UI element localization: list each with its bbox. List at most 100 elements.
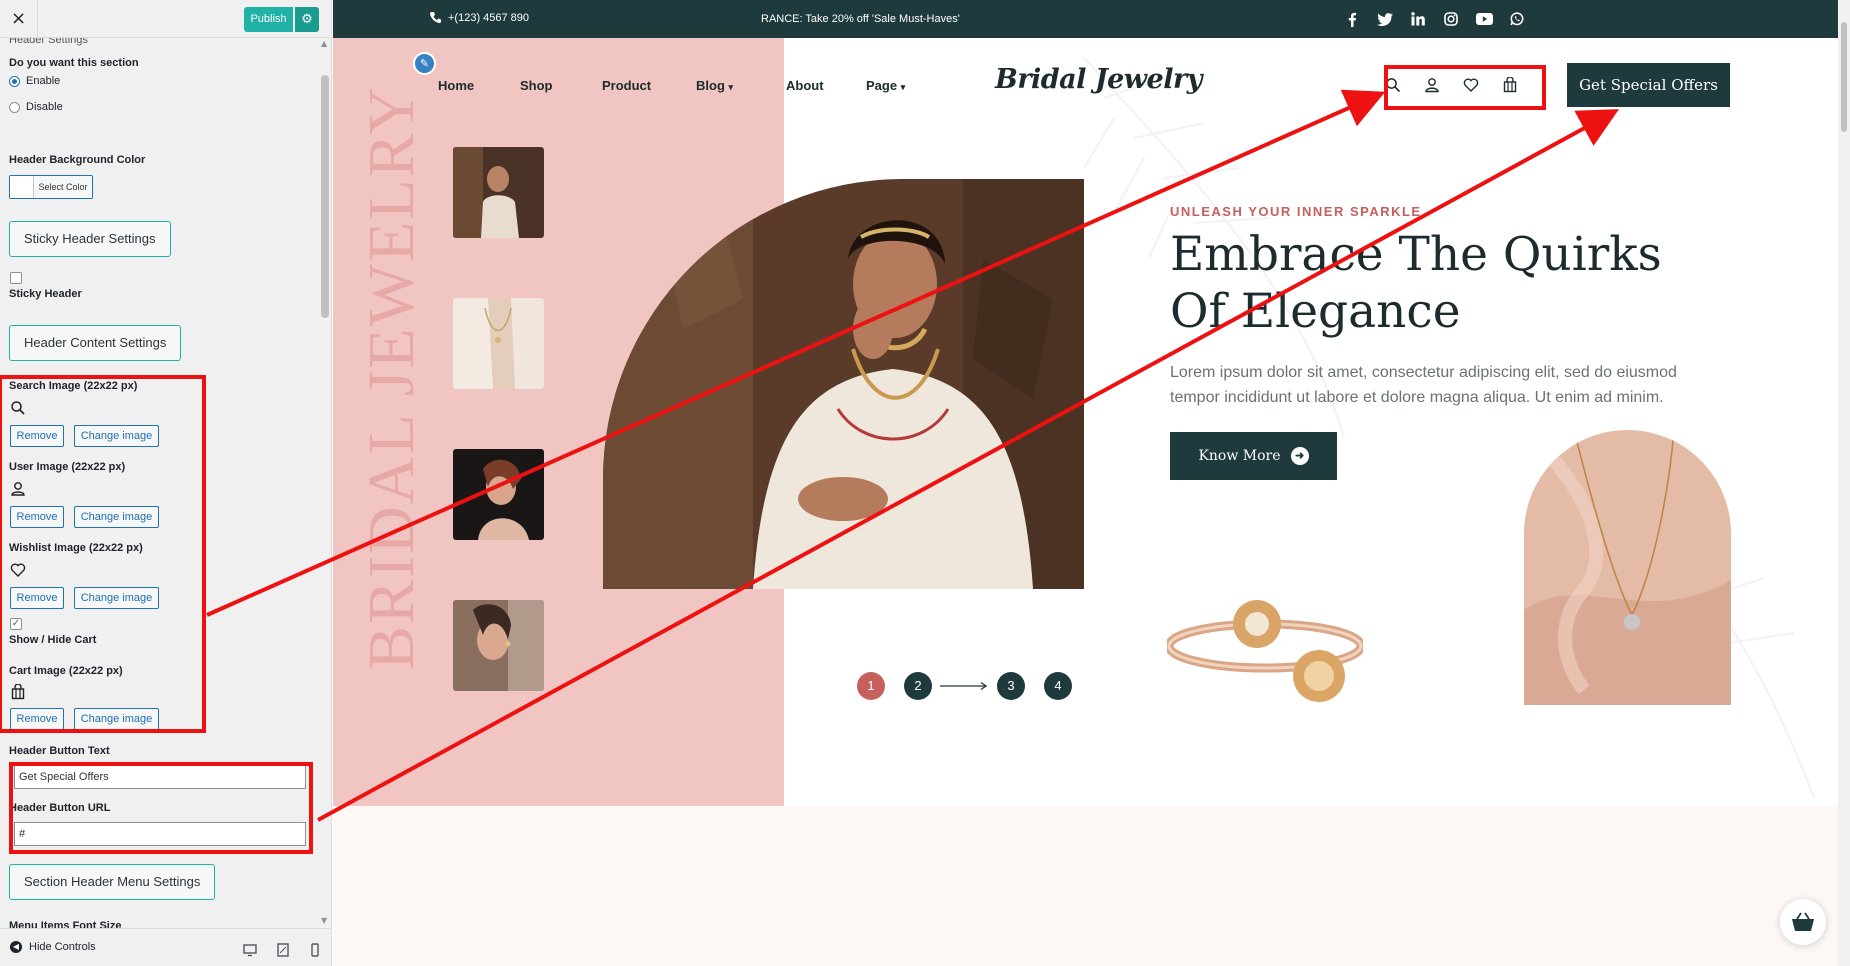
change-cart-image-button[interactable]: Change image [74, 708, 159, 730]
nav-page[interactable]: Page ▾ [866, 78, 905, 93]
change-user-image-button[interactable]: Change image [74, 506, 159, 528]
bracelet-image [1167, 600, 1363, 702]
hide-controls-label: Hide Controls [29, 941, 96, 953]
site-topbar: +(123) 4567 890 RANCE: Take 20% off 'Sal… [333, 0, 1850, 38]
vertical-brand-title: BRIDAL JEWELRY [355, 85, 428, 670]
nav-page-label: Page [866, 78, 898, 93]
mobile-preview-icon[interactable] [308, 943, 322, 957]
hero-headline: Embrace The Quirks Of Elegance [1170, 227, 1662, 339]
chevron-down-icon: ▾ [728, 82, 734, 92]
change-search-image-button[interactable]: Change image [74, 425, 159, 447]
site-logo[interactable]: Bridal Jewelry [995, 64, 1202, 95]
phone-icon [429, 12, 441, 24]
enable-radio-option[interactable]: Enable [9, 75, 60, 87]
thumbnail-4[interactable] [453, 600, 544, 691]
tablet-preview-icon[interactable] [276, 943, 290, 957]
slide-dot-2[interactable]: 2 [904, 672, 932, 700]
know-more-button[interactable]: Know More ➜ [1170, 432, 1337, 480]
publish-button[interactable]: Publish [244, 7, 293, 32]
disable-radio[interactable] [9, 101, 20, 113]
select-color-button[interactable]: Select Color [9, 175, 93, 199]
enable-section-question: Do you want this section [9, 57, 139, 69]
header-button-url-label: Header Button URL [9, 802, 111, 814]
thumbnail-1[interactable] [453, 147, 544, 238]
section-title: Header Settings [9, 38, 88, 46]
customizer-sidebar: × Publish ⚙ Header Settings Do you want … [0, 0, 332, 966]
preview-scroll-thumb[interactable] [1841, 22, 1847, 132]
header-button-text-input[interactable]: Get Special Offers [14, 765, 306, 789]
enable-radio-label: Enable [26, 75, 61, 87]
scroll-down-arrow-icon[interactable]: ▼ [321, 916, 327, 925]
remove-search-image-button[interactable]: Remove [10, 425, 64, 447]
linkedin-icon[interactable] [1409, 10, 1427, 28]
scroll-up-arrow-icon[interactable]: ▲ [321, 39, 327, 48]
chevron-down-icon: ▾ [900, 82, 906, 92]
header-bg-color-label: Header Background Color [9, 154, 146, 166]
header-content-settings-button[interactable]: Header Content Settings [9, 325, 182, 361]
youtube-icon[interactable] [1475, 10, 1493, 28]
cart-image-label: Cart Image (22x22 px) [9, 665, 123, 677]
floating-cart-button[interactable] [1780, 899, 1826, 945]
remove-cart-image-button[interactable]: Remove [10, 708, 64, 730]
arrow-right-icon: ➜ [1290, 447, 1309, 465]
edit-shortcut-pencil-icon[interactable]: ✎ [413, 52, 436, 75]
change-wishlist-image-button[interactable]: Change image [74, 587, 159, 609]
remove-user-image-button[interactable]: Remove [10, 506, 64, 528]
nav-blog-label: Blog [696, 78, 725, 93]
sticky-header-checkbox[interactable] [10, 272, 22, 284]
thumbnail-3[interactable] [453, 449, 544, 540]
arrow-left-circle-icon: ◀ [10, 941, 22, 953]
search-image-label: Search Image (22x22 px) [9, 380, 138, 392]
remove-wishlist-image-button[interactable]: Remove [10, 587, 64, 609]
promo-marquee: RANCE: Take 20% off 'Sale Must-Haves' [761, 13, 960, 25]
user-image-label: User Image (22x22 px) [9, 461, 126, 473]
customizer-panel: Header Settings Do you want this section… [0, 38, 318, 928]
hero-lead-text: Lorem ipsum dolor sit amet, consectetur … [1170, 364, 1677, 406]
hero-bottom-strip [333, 806, 784, 966]
sidebar-scroll-thumb[interactable] [321, 75, 329, 318]
header-wishlist-heart-icon[interactable] [1461, 75, 1481, 95]
sticky-header-settings-button[interactable]: Sticky Header Settings [9, 221, 171, 257]
header-user-icon[interactable] [1422, 75, 1442, 95]
next-section-background [784, 806, 1850, 966]
show-hide-cart-checkbox[interactable]: ✓ [10, 618, 22, 630]
sidebar-scrollbar[interactable]: ▲ ▼ [318, 38, 331, 928]
phone-number: +(123) 4567 890 [448, 11, 530, 24]
close-customizer-button[interactable]: × [0, 0, 38, 38]
header-button-url-input[interactable]: # [14, 822, 306, 846]
select-color-label: Select Color [38, 182, 88, 192]
instagram-icon[interactable] [1442, 10, 1460, 28]
hide-controls-button[interactable]: ◀ Hide Controls [10, 941, 96, 953]
slide-dot-3[interactable]: 3 [997, 672, 1025, 700]
whatsapp-icon[interactable] [1508, 10, 1526, 28]
section-header-menu-settings-button[interactable]: Section Header Menu Settings [9, 864, 216, 900]
twitter-icon[interactable] [1376, 10, 1394, 28]
preview-scrollbar[interactable] [1838, 0, 1850, 966]
necklace-image [1524, 430, 1731, 705]
get-special-offers-button[interactable]: Get Special Offers [1567, 63, 1730, 107]
disable-radio-label: Disable [26, 101, 63, 113]
site-preview: +(123) 4567 890 RANCE: Take 20% off 'Sal… [333, 0, 1850, 966]
nav-product[interactable]: Product [602, 78, 651, 93]
enable-radio[interactable] [9, 75, 20, 87]
phone-info[interactable]: +(123) 4567 890 [429, 11, 529, 24]
nav-shop[interactable]: Shop [520, 78, 553, 93]
header-search-icon[interactable] [1383, 75, 1403, 95]
slide-dot-1[interactable]: 1 [857, 672, 885, 700]
slide-dot-4[interactable]: 4 [1044, 672, 1072, 700]
nav-blog[interactable]: Blog ▾ [696, 78, 733, 93]
disable-radio-option[interactable]: Disable [9, 101, 63, 113]
customizer-topbar: × Publish ⚙ [0, 0, 331, 38]
menu-items-font-size-label: Menu Items Font Size [9, 920, 122, 928]
user-icon [11, 482, 25, 496]
header-button-text-label: Header Button Text [9, 745, 110, 757]
publish-settings-gear-icon[interactable]: ⚙ [295, 7, 319, 32]
header-cart-gift-icon[interactable] [1500, 75, 1520, 95]
nav-home[interactable]: Home [438, 78, 474, 93]
facebook-icon[interactable] [1343, 10, 1361, 28]
thumbnail-2[interactable] [453, 298, 544, 389]
nav-about[interactable]: About [786, 78, 824, 93]
desktop-preview-icon[interactable] [243, 943, 257, 957]
gift-bag-icon [11, 684, 25, 700]
know-more-label: Know More [1198, 448, 1281, 464]
